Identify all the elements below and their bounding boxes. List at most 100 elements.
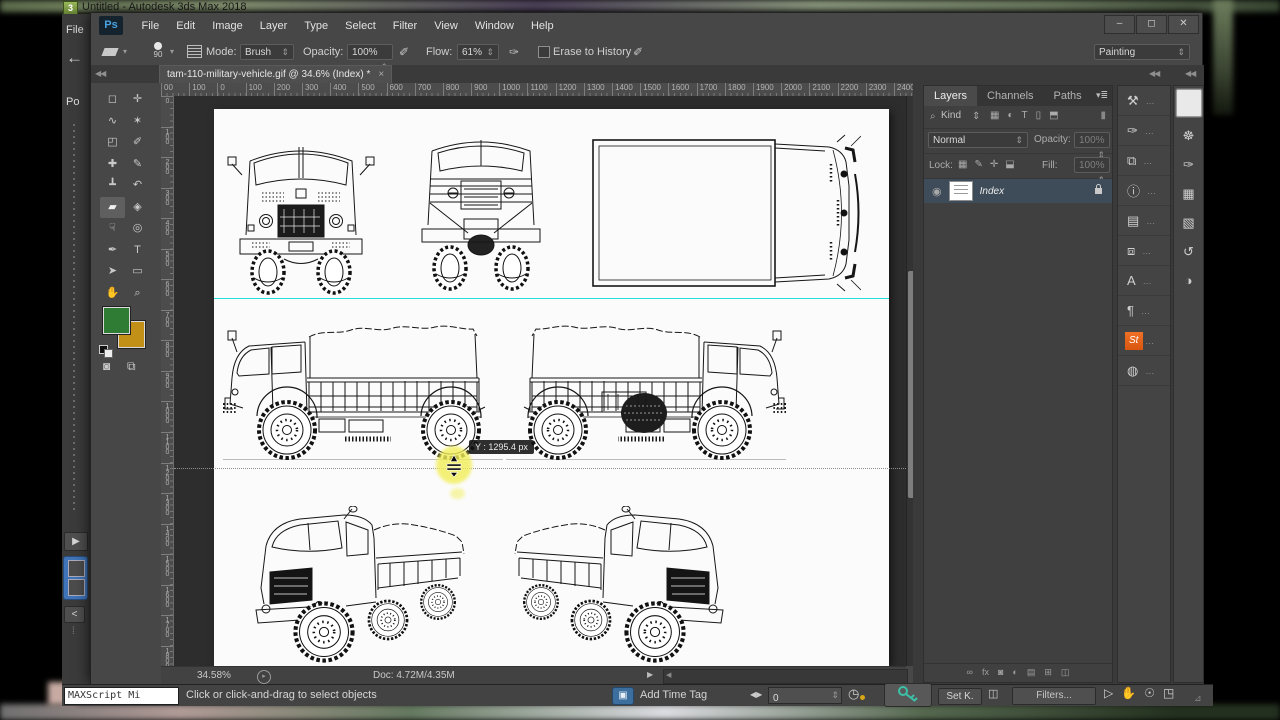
filter-type-layers-icon[interactable]: T	[1022, 110, 1028, 121]
brush-settings-icon[interactable]: ✑	[1174, 150, 1203, 179]
layer-thumbnail[interactable]	[948, 181, 973, 201]
drag-handle-dots[interactable]: ⁞	[72, 626, 75, 637]
guide-line-dragging[interactable]	[174, 468, 906, 469]
link-layers-icon[interactable]: ∞	[967, 664, 973, 682]
pen-tool[interactable]: ✒	[100, 240, 125, 262]
horizontal-ruler[interactable]: 00 100 0 100 200 300 400 500 600 700 800 900 1000 110…	[161, 83, 919, 97]
close-button[interactable]: ✕	[1168, 15, 1199, 34]
pan-hand-icon[interactable]: ✋	[1121, 686, 1136, 700]
clone-source-icon[interactable]: ⧉	[1118, 146, 1170, 176]
document-image[interactable]	[214, 109, 889, 666]
set-key-button[interactable]: Set K.	[938, 688, 982, 705]
menu-item[interactable]: Layer	[251, 20, 296, 32]
workspace-dropdown[interactable]: Painting	[1094, 44, 1190, 60]
lock-pixels-icon[interactable]: ✎	[974, 159, 982, 170]
spinner-caret-icon[interactable]: ⇕	[831, 688, 839, 703]
opacity-dropdown[interactable]: 100%	[347, 44, 393, 60]
scroll-tabs-left-icon[interactable]: ◀◀	[95, 65, 106, 83]
magic-wand-tool[interactable]: ✶	[125, 111, 150, 133]
brush-presets-icon[interactable]: ✑	[1118, 116, 1170, 146]
properties-icon[interactable]: ▤	[1118, 206, 1170, 236]
layer-opacity-dropdown[interactable]: 100%	[1074, 132, 1110, 148]
fill-dropdown[interactable]: 100%	[1074, 157, 1110, 173]
history-brush-tool[interactable]: ↶	[125, 175, 150, 197]
maxscript-mini-listener[interactable]: MAXScript Mi	[64, 687, 179, 705]
crop-tool[interactable]: ◰	[100, 132, 125, 154]
flow-dropdown[interactable]: 61%	[457, 44, 499, 60]
layer-effects-icon[interactable]: fx	[982, 664, 989, 682]
status-popup-icon[interactable]: ▶	[647, 670, 653, 679]
menu-item[interactable]: Edit	[168, 20, 204, 32]
collapse-dock2-icon[interactable]: ◀◀	[1185, 65, 1196, 83]
brush-panel-toggle-icon[interactable]	[187, 45, 202, 58]
filter-adjustment-layers-icon[interactable]: ◐	[1007, 110, 1013, 121]
minimize-button[interactable]: –	[1104, 15, 1135, 34]
lasso-tool[interactable]: ∿	[100, 111, 125, 133]
layer-mask-icon[interactable]: ◙	[998, 664, 1003, 682]
current-frame-field[interactable]: 0 ⇕	[768, 687, 842, 704]
menu-item[interactable]: Type	[296, 20, 337, 32]
maximize-button[interactable]: ◻	[1136, 15, 1167, 34]
add-time-tag-label[interactable]: Add Time Tag	[640, 685, 707, 706]
color-icon[interactable]: ▧	[1174, 208, 1203, 237]
new-layer-icon[interactable]: ⊞	[1044, 664, 1052, 682]
move-tool[interactable]: ✛	[125, 89, 150, 111]
zoom-mode-icon[interactable]: ▷	[1104, 686, 1113, 700]
filter-pixel-layers-icon[interactable]: ▦	[990, 110, 999, 121]
navigator-icon[interactable]: ☸	[1174, 121, 1203, 150]
layer-group-icon[interactable]: ▤	[1027, 664, 1036, 682]
vertical-ruler[interactable]: 0 100 200 300 400 500 600 700 800 900 1000 1100 1200…	[161, 96, 174, 666]
lock-all-icon[interactable]: ⬓	[1005, 159, 1014, 170]
visibility-eye-icon[interactable]: ◉	[932, 185, 942, 198]
resize-grip-icon[interactable]: ⊿	[1194, 693, 1202, 704]
screen-mode-icon[interactable]: ⧉	[127, 359, 136, 374]
collapse-rollout-button[interactable]: <	[64, 606, 85, 623]
panel-tab[interactable]: Paths	[1044, 86, 1092, 106]
kind-caret-icon[interactable]: ⇕	[972, 111, 980, 122]
delete-layer-icon[interactable]: ◫	[1061, 664, 1070, 682]
blend-mode-dropdown[interactable]: Normal	[928, 132, 1028, 148]
menu-item[interactable]: Window	[466, 20, 522, 32]
rectangular-marquee-tool[interactable]: ◻	[100, 89, 125, 111]
kind-filter-dropdown[interactable]: Kind	[941, 110, 961, 121]
panel-tab[interactable]: Channels	[977, 86, 1043, 106]
smudge-tool[interactable]: ☟	[100, 218, 125, 240]
filter-toggle-icon[interactable]: ▮	[1100, 110, 1106, 121]
history-icon[interactable]: ↺	[1174, 237, 1203, 266]
path-selection-tool[interactable]: ➤	[100, 261, 125, 283]
eyedropper-tool[interactable]: ✐	[125, 132, 150, 154]
isolate-selection-icon[interactable]: ▣	[612, 687, 634, 705]
clone-stamp-tool[interactable]: ┻	[100, 175, 125, 197]
undo-arrow-icon[interactable]: ←	[66, 48, 83, 68]
tool-presets-icon[interactable]: ⚒	[1118, 86, 1170, 116]
orbit-icon[interactable]: ☉	[1144, 686, 1155, 700]
maximize-viewport-icon[interactable]: ◳	[1163, 686, 1174, 700]
pressure-opacity-icon[interactable]: ✐	[399, 40, 409, 64]
brush-size-preview[interactable]: 90	[149, 41, 167, 59]
filters-button[interactable]: Filters...	[1012, 687, 1096, 705]
panel-menu-icon[interactable]: ▾≣	[1096, 90, 1108, 101]
key-filters-icon[interactable]: ◫	[988, 687, 998, 700]
character-icon[interactable]: A	[1118, 266, 1170, 296]
horizontal-scrollbar[interactable]: ◀	[663, 669, 908, 684]
quick-mask-icon[interactable]: ◙	[103, 359, 110, 373]
info-icon[interactable]: ⓘ	[1118, 176, 1170, 206]
type-tool[interactable]: T	[125, 240, 150, 262]
lock-position-icon[interactable]: ✛	[990, 159, 998, 170]
swatches-icon[interactable]: ▦	[1174, 179, 1203, 208]
brush-tool[interactable]: ✎	[125, 154, 150, 176]
brush-preview-caret-icon[interactable]: ▾	[170, 47, 174, 56]
auto-key-button[interactable]	[884, 683, 932, 707]
frame-spinner-arrows-icon[interactable]: ◀▶	[750, 690, 762, 699]
filter-smart-objects-icon[interactable]: ⬒	[1049, 110, 1058, 121]
dodge-tool[interactable]: ◎	[125, 218, 150, 240]
mode-dropdown[interactable]: Brush	[240, 44, 294, 60]
tab-close-icon[interactable]: ×	[378, 66, 384, 84]
erase-to-history-checkbox[interactable]	[538, 46, 550, 58]
layer-name[interactable]: Index	[980, 186, 1088, 197]
guide-line-cyan[interactable]	[214, 298, 889, 299]
document-tab[interactable]: tam-110-military-vehicle.gif @ 34.6% (In…	[159, 65, 393, 84]
menu-item[interactable]: File	[133, 20, 168, 32]
canvas-area[interactable]: Y : 1295.4 px	[174, 96, 906, 666]
eraser-tool-icon[interactable]	[101, 48, 119, 56]
